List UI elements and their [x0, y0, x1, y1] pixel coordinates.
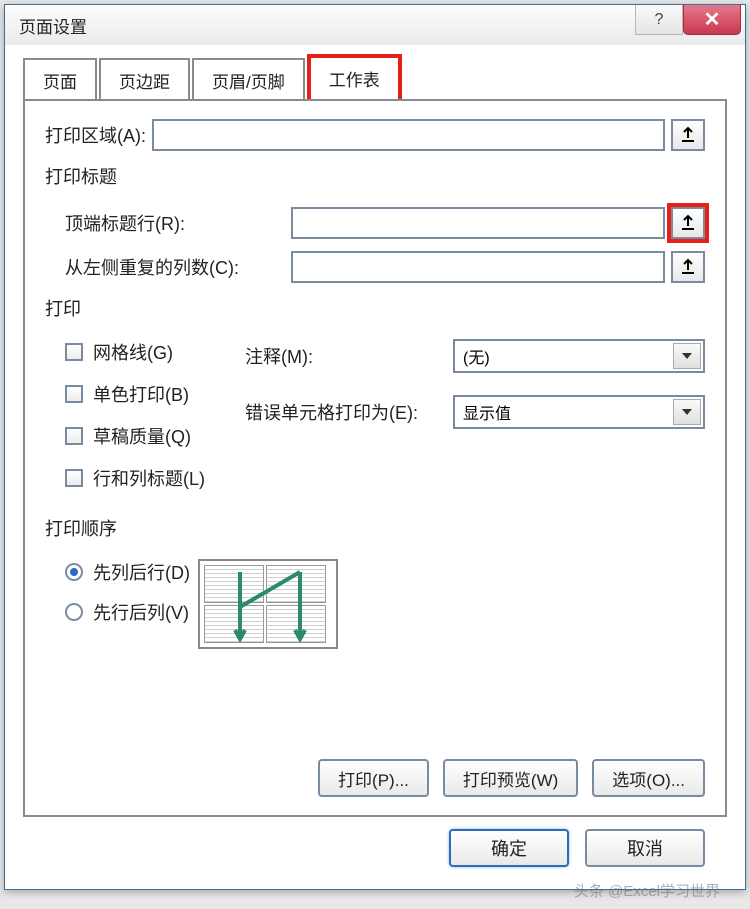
close-icon: ✕ [704, 7, 721, 32]
gridlines-checkbox-row[interactable]: 网格线(G) [65, 339, 245, 365]
cancel-button[interactable]: 取消 [585, 829, 705, 867]
down-over-radio-row[interactable]: 先列后行(D) [65, 559, 190, 585]
titlebar-buttons: ? ✕ [635, 5, 745, 45]
over-down-label: 先行后列(V) [93, 599, 189, 625]
down-over-label: 先列后行(D) [93, 559, 190, 585]
errors-select[interactable]: 显示值 [453, 395, 705, 429]
headings-label: 行和列标题(L) [93, 465, 205, 491]
collapse-dialog-icon [679, 126, 697, 144]
tab-header-footer[interactable]: 页眉/页脚 [192, 58, 305, 101]
dropdown-arrow-icon [673, 343, 701, 369]
dropdown-arrow-icon [673, 399, 701, 425]
black-white-label: 单色打印(B) [93, 381, 189, 407]
print-area-range-button[interactable] [671, 119, 705, 151]
comments-value: (无) [463, 344, 490, 368]
top-rows-range-button[interactable] [671, 207, 705, 239]
checkbox-icon [65, 427, 83, 445]
print-area-label: 打印区域(A): [45, 122, 146, 148]
tab-margins[interactable]: 页边距 [99, 58, 190, 101]
preview-button[interactable]: 打印预览(W) [443, 759, 578, 797]
gridlines-label: 网格线(G) [93, 339, 173, 365]
options-button[interactable]: 选项(O)... [592, 759, 705, 797]
content-area: 页面 页边距 页眉/页脚 工作表 打印区域(A): 打印标题 顶端标题行(R): [5, 45, 745, 881]
top-rows-row: 顶端标题行(R): [65, 207, 705, 239]
sheet-panel: 打印区域(A): 打印标题 顶端标题行(R): 从左侧重复的列数(C): [23, 99, 727, 817]
headings-checkbox-row[interactable]: 行和列标题(L) [65, 465, 245, 491]
tab-strip: 页面 页边距 页眉/页脚 工作表 [23, 57, 727, 99]
left-cols-label: 从左侧重复的列数(C): [65, 254, 285, 280]
top-rows-input[interactable] [291, 207, 665, 239]
print-area-row: 打印区域(A): [45, 119, 705, 151]
left-cols-input[interactable] [291, 251, 665, 283]
black-white-checkbox-row[interactable]: 单色打印(B) [65, 381, 245, 407]
draft-checkbox-row[interactable]: 草稿质量(Q) [65, 423, 245, 449]
errors-value: 显示值 [463, 400, 511, 424]
errors-label: 错误单元格打印为(E): [245, 399, 453, 425]
titlebar: 页面设置 ? ✕ [5, 5, 745, 45]
tab-page[interactable]: 页面 [23, 58, 97, 101]
radio-icon [65, 563, 83, 581]
order-group-label: 打印顺序 [45, 515, 705, 541]
panel-action-row: 打印(P)... 打印预览(W) 选项(O)... [318, 759, 705, 797]
checkbox-icon [65, 469, 83, 487]
print-group-label: 打印 [45, 295, 705, 321]
dialog-button-row: 确定 取消 [23, 817, 727, 867]
tab-sheet[interactable]: 工作表 [307, 54, 402, 99]
top-rows-label: 顶端标题行(R): [65, 210, 285, 236]
collapse-dialog-icon [679, 258, 697, 276]
comments-label: 注释(M): [245, 343, 453, 369]
print-titles-group-label: 打印标题 [45, 163, 705, 189]
ok-button[interactable]: 确定 [449, 829, 569, 867]
window-title: 页面设置 [19, 13, 87, 38]
order-arrow-icon [230, 567, 310, 645]
radio-icon [65, 603, 83, 621]
left-cols-range-button[interactable] [671, 251, 705, 283]
help-button[interactable]: ? [635, 5, 683, 35]
close-button[interactable]: ✕ [683, 5, 741, 35]
print-area-input[interactable] [152, 119, 665, 151]
comments-select[interactable]: (无) [453, 339, 705, 373]
print-button[interactable]: 打印(P)... [318, 759, 429, 797]
page-setup-dialog: 页面设置 ? ✕ 页面 页边距 页眉/页脚 工作表 打印区域(A): 打印标题 [4, 4, 746, 890]
checkbox-icon [65, 343, 83, 361]
checkbox-icon [65, 385, 83, 403]
print-options-area: 网格线(G) 单色打印(B) 草稿质量(Q) 行和列标题(L) [65, 339, 705, 507]
left-cols-row: 从左侧重复的列数(C): [65, 251, 705, 283]
page-order-diagram [198, 559, 338, 649]
draft-label: 草稿质量(Q) [93, 423, 191, 449]
over-down-radio-row[interactable]: 先行后列(V) [65, 599, 190, 625]
watermark-text: 头条 @Excel学习世界 [574, 880, 720, 901]
collapse-dialog-icon [679, 214, 697, 232]
